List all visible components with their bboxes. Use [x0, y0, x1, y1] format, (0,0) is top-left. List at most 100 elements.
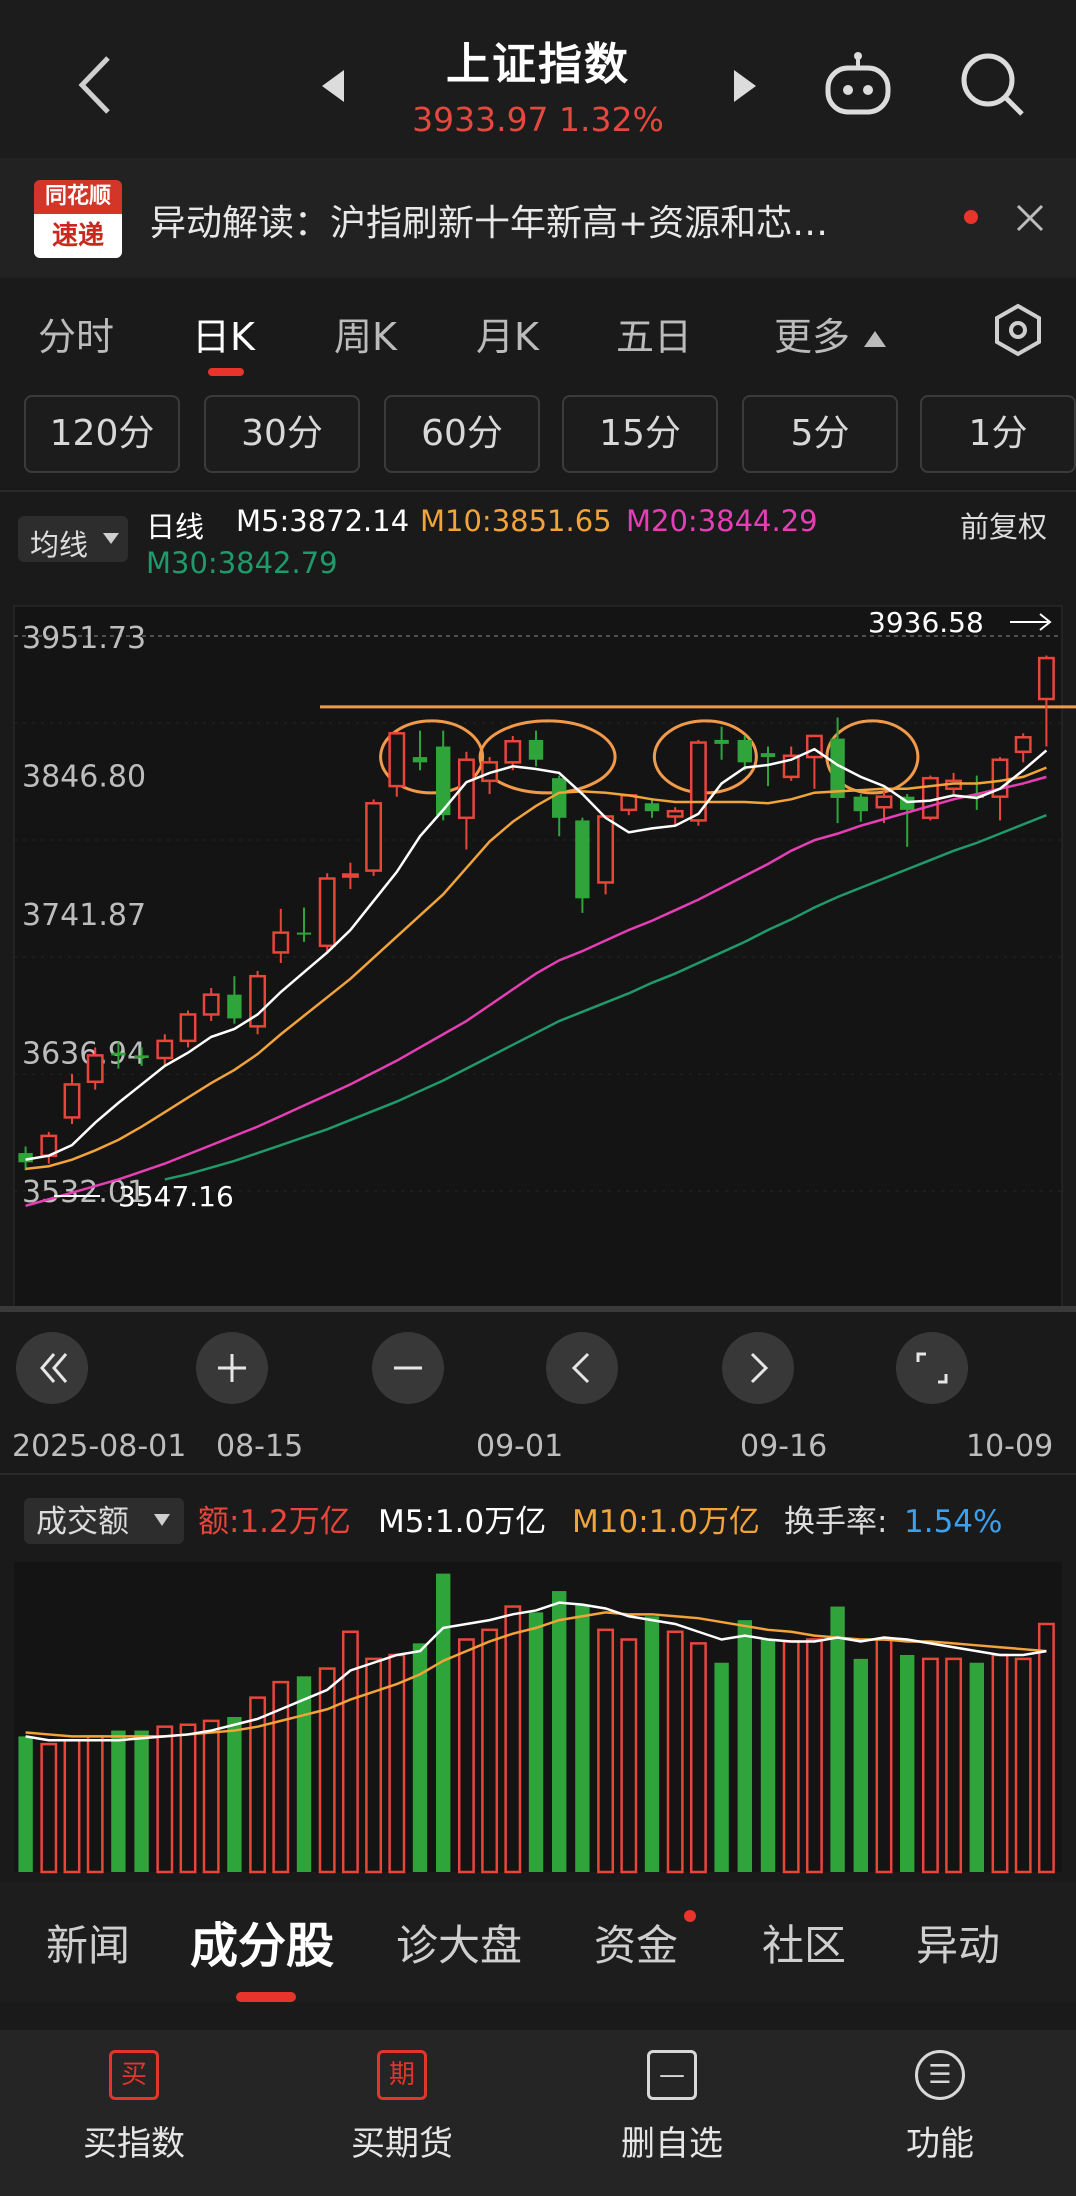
page-title: 上证指数 [446, 39, 630, 90]
subtab-funds[interactable]: 资金 [594, 1912, 678, 1973]
turnover-value: 1.54% [904, 1504, 1002, 1540]
volume-bar [714, 1662, 729, 1872]
remove-watchlist-label: 删自选 [621, 2124, 723, 2164]
volume-bar [481, 1628, 499, 1874]
rewind-control-icon [16, 1332, 88, 1404]
candle-body [227, 994, 242, 1019]
candle-body [597, 815, 615, 884]
volume-bar [249, 1696, 267, 1874]
volume-bar [969, 1662, 984, 1872]
kline-chart[interactable]: 3951.733846.803741.873636.943532.01 3936… [0, 582, 1076, 1882]
robot-assistant-icon[interactable] [820, 50, 896, 120]
tab-monthly-k[interactable]: 月K [476, 306, 539, 361]
candle-body [875, 795, 893, 809]
btn-60min[interactable]: 60分 [384, 395, 540, 473]
volume-amount: 额:1.2万亿 [198, 1504, 351, 1540]
news-banner[interactable]: 同花顺 速递 异动解读：沪指刷新十年新高+资源和芯… [0, 158, 1076, 278]
candle-body [853, 796, 868, 812]
subtab-constituents[interactable]: 成分股 [190, 1906, 334, 1976]
candle-body [111, 1052, 126, 1056]
settings-hexagon-icon[interactable] [990, 302, 1046, 358]
buy-index-button[interactable]: 买 买指数 [34, 2050, 234, 2165]
price-tick-label: 3951.73 [22, 621, 146, 656]
volume-header: 成交额 额:1.2万亿 M5:1.0万亿 M10:1.0万亿 换手率: 1.54% [24, 1498, 1002, 1544]
price-adjust-toggle[interactable]: 前复权 [960, 504, 1047, 546]
tab-five-day[interactable]: 五日 [616, 306, 692, 361]
volume-bar [991, 1653, 1009, 1874]
btn-5min[interactable]: 5分 [742, 395, 898, 473]
volume-bar [528, 1612, 544, 1872]
candle-body [714, 739, 729, 744]
candle-body [921, 776, 939, 820]
buy-futures-button[interactable]: 期 买期货 [302, 2050, 502, 2165]
volume-bar [436, 1573, 451, 1872]
chart-controls [16, 1332, 968, 1404]
candle-body [412, 757, 428, 763]
volume-bar [18, 1736, 33, 1872]
volume-bar [1037, 1622, 1055, 1874]
candle-body [666, 809, 684, 818]
functions-button[interactable]: ☰ 功能 [840, 2050, 1040, 2165]
funds-badge-dot [684, 1910, 696, 1922]
ma-selector-label: 均线 [30, 528, 89, 562]
volume-bar [597, 1628, 615, 1874]
close-icon[interactable] [1012, 200, 1048, 236]
next-index-icon[interactable] [730, 66, 760, 106]
volume-bar [805, 1638, 823, 1874]
turnover-label: 换手率: [784, 1504, 887, 1540]
candle-body [365, 802, 383, 872]
btn-1min[interactable]: 1分 [920, 395, 1076, 473]
subtab-news[interactable]: 新闻 [46, 1912, 130, 1973]
volume-bar [318, 1667, 336, 1874]
ma-selector[interactable]: 均线 [18, 516, 128, 562]
btn-120min[interactable]: 120分 [24, 395, 180, 473]
volume-bars [14, 1562, 1062, 1874]
search-icon[interactable] [958, 50, 1028, 120]
volume-bar [782, 1640, 800, 1874]
volume-bar [737, 1620, 752, 1872]
subtab-diagnosis[interactable]: 诊大盘 [396, 1912, 522, 1973]
news-headline[interactable]: 异动解读：沪指刷新十年新高+资源和芯… [150, 194, 950, 246]
ma10-value: M10:3851.65 [420, 504, 612, 538]
volume-ma10: M10:1.0万亿 [572, 1504, 760, 1540]
buy-index-label: 买指数 [83, 2124, 185, 2164]
candle-body [504, 739, 522, 764]
subtab-community[interactable]: 社区 [762, 1912, 846, 1973]
price-tick-label: 3636.94 [22, 1037, 146, 1072]
period-tabs: 分时 日K 周K 月K 五日 更多 [0, 278, 1076, 380]
prev-control-icon [546, 1332, 618, 1404]
candle-body [737, 739, 752, 763]
volume-selector-label: 成交额 [36, 1504, 129, 1540]
candle-body [1014, 736, 1032, 754]
caret-up-icon [864, 330, 887, 347]
tab-more[interactable]: 更多 [774, 306, 888, 361]
unread-dot [964, 210, 978, 224]
remove-watchlist-button[interactable]: — 删自选 [572, 2050, 772, 2165]
tab-daily-k[interactable]: 日K [192, 306, 255, 361]
volume-bar [134, 1730, 149, 1872]
subtab-anomaly[interactable]: 异动 [916, 1912, 1000, 1973]
next-control-icon [722, 1332, 794, 1404]
tab-weekly-k[interactable]: 周K [334, 306, 397, 361]
remove-icon: — [647, 2050, 697, 2100]
btn-15min[interactable]: 15分 [562, 395, 718, 473]
candle-body [134, 1055, 149, 1059]
active-subtab-indicator [236, 1992, 296, 2002]
volume-bar [86, 1735, 104, 1874]
ma5-value: M5:3872.14 [236, 504, 410, 538]
volume-bar [620, 1638, 638, 1874]
date-tick-label: 10-09 [966, 1429, 1053, 1464]
volume-bar [156, 1725, 174, 1874]
header-bar: 上证指数 3933.97 1.32% [0, 0, 1076, 158]
tab-intraday[interactable]: 分时 [38, 306, 114, 361]
candle-body [63, 1083, 81, 1119]
btn-30min[interactable]: 30分 [204, 395, 360, 473]
candle-body [202, 993, 220, 1016]
volume-bar [296, 1676, 312, 1872]
volume-bar [40, 1742, 58, 1874]
volume-bar [457, 1638, 475, 1874]
candle-body [760, 753, 776, 758]
volume-bar [227, 1717, 242, 1872]
date-tick-label: 08-15 [216, 1429, 303, 1464]
volume-bar [504, 1605, 522, 1874]
